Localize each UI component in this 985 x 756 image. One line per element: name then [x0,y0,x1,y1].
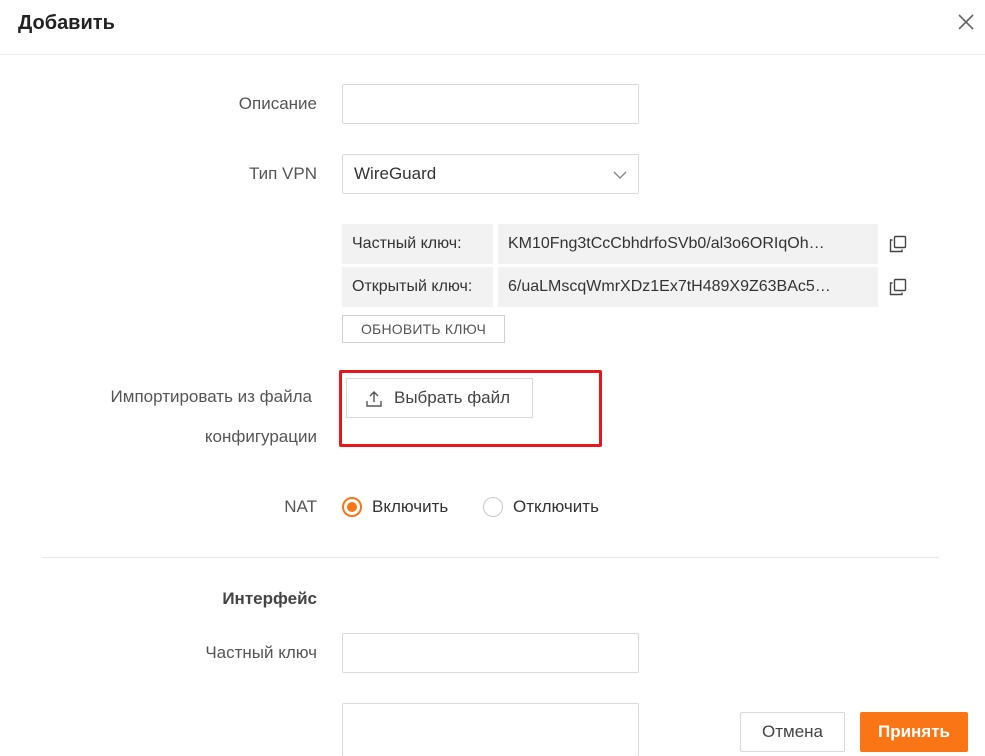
nat-label: NAT [284,497,317,516]
chevron-down-icon [613,171,627,179]
cancel-button[interactable]: Отмена [740,712,845,752]
nat-disable-label: Отключить [513,497,599,516]
copy-private-key-icon[interactable] [889,235,907,253]
import-label-line1: Импортировать из файла [110,387,312,406]
private-key-value: KM10Fng3tCcCbhdrfoSVb0/al3o6ORIqOh… [498,224,878,264]
description-input[interactable] [342,84,639,124]
accept-button[interactable]: Принять [860,712,968,752]
import-label-line2: конфигурации [204,427,317,446]
interface-private-key-input[interactable] [342,633,639,673]
vpn-type-select[interactable]: WireGuard [342,154,639,194]
section-divider [43,557,939,558]
public-key-label: Открытый ключ: [342,267,493,307]
radio-unchecked-icon [483,497,503,517]
copy-public-key-icon[interactable] [889,278,907,296]
choose-file-button[interactable]: Выбрать файл [346,378,533,418]
nat-disable-radio[interactable]: Отключить [483,496,613,518]
interface-section-title: Интерфейс [222,589,317,608]
private-key-label: Частный ключ: [342,224,493,264]
refresh-key-button[interactable]: ОБНОВИТЬ КЛЮЧ [342,315,505,343]
vpn-type-label: Тип VPN [248,164,317,183]
next-field-input[interactable] [342,703,639,756]
dialog-title: Добавить [18,12,115,34]
public-key-value: 6/uaLMscqWmrXDz1Ex7tH489X9Z63BAc5… [498,267,878,307]
close-icon[interactable] [954,10,978,34]
choose-file-label: Выбрать файл [394,388,511,407]
vpn-type-value: WireGuard [354,164,437,183]
description-label: Описание [238,94,317,113]
interface-private-key-label: Частный ключ [205,643,317,662]
nat-enable-label: Включить [372,497,449,516]
nat-enable-radio[interactable]: Включить [342,496,462,518]
upload-icon [366,391,382,407]
add-dialog: Добавить Описание Тип VPN WireGuard Част… [0,0,985,756]
radio-checked-icon [342,497,362,517]
header-divider [0,54,985,55]
